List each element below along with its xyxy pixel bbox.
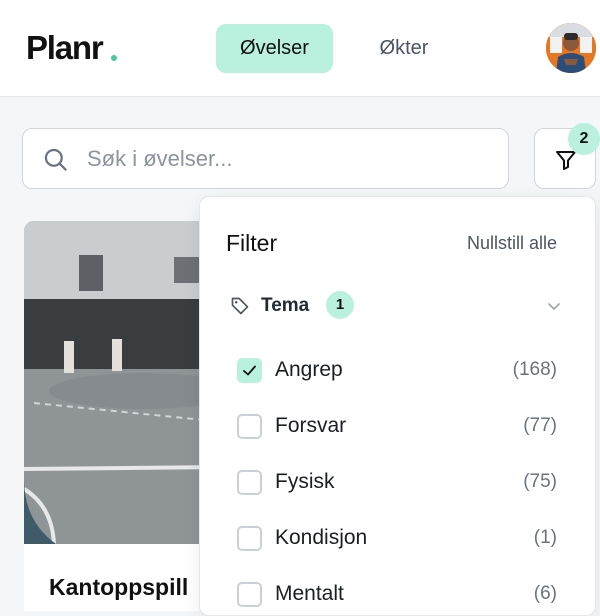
option-label: Fysisk [275, 470, 335, 493]
filter-option[interactable]: Forsvar (77) [237, 409, 557, 443]
filter-panel: Filter Nullstill alle Tema 1 Angrep (168… [199, 196, 596, 616]
checkbox[interactable] [237, 414, 262, 439]
option-label: Angrep [275, 358, 343, 381]
option-count: (1) [533, 527, 557, 548]
filter-option[interactable]: Fysisk (75) [237, 465, 557, 499]
tag-icon [231, 297, 249, 315]
tab-okter[interactable]: Økter [356, 24, 452, 73]
checkbox[interactable] [237, 526, 262, 551]
exercise-card[interactable]: Kantoppspill [24, 221, 224, 611]
option-count: (77) [523, 415, 557, 436]
search-input[interactable] [87, 129, 487, 188]
option-label: Kondisjon [275, 526, 368, 549]
filter-option[interactable]: Mentalt (6) [237, 577, 557, 611]
checkbox[interactable] [237, 582, 262, 607]
tab-ovelser[interactable]: Øvelser [216, 24, 333, 73]
option-label: Mentalt [275, 582, 344, 605]
check-icon [243, 365, 256, 376]
section-count-badge: 1 [326, 291, 354, 319]
avatar-image [546, 23, 596, 73]
filter-panel-title: Filter [226, 230, 278, 256]
reset-all-link[interactable]: Nullstill alle [467, 233, 557, 254]
option-count: (6) [533, 583, 557, 604]
option-count: (168) [512, 359, 557, 380]
filter-option[interactable]: Kondisjon (1) [237, 521, 557, 555]
chevron-down-icon[interactable] [546, 298, 562, 314]
exercise-thumbnail [24, 221, 224, 544]
search-box [22, 128, 509, 189]
checkbox[interactable] [237, 470, 262, 495]
filter-count-badge: 2 [568, 123, 600, 155]
section-toggle-tema[interactable]: Tema 1 [230, 291, 562, 321]
app-logo[interactable]: Planr [26, 29, 104, 67]
checkbox-checked[interactable] [237, 358, 262, 383]
option-label: Forsvar [275, 414, 347, 437]
section-label: Tema [261, 295, 310, 316]
filter-option[interactable]: Angrep (168) [237, 353, 557, 387]
search-icon [44, 148, 67, 171]
option-count: (75) [523, 471, 557, 492]
avatar[interactable] [546, 23, 596, 73]
top-header: Planr Øvelser Økter [0, 0, 600, 97]
exercise-title[interactable]: Kantoppspill [49, 574, 188, 601]
logo-dot [111, 55, 117, 61]
